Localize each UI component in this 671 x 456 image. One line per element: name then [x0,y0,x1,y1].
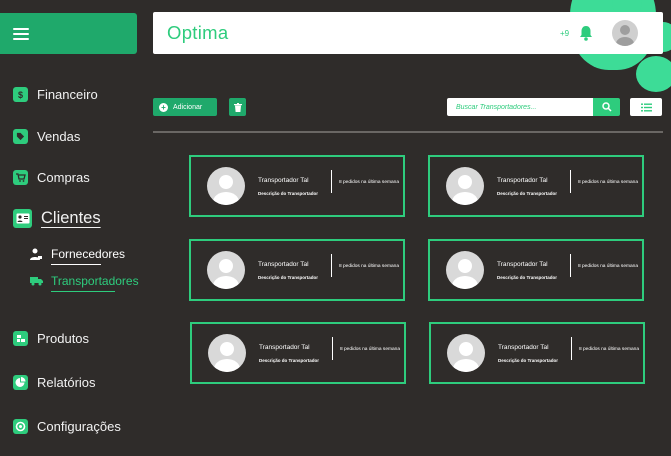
sidebar-item-clientes[interactable]: Clientes [13,209,101,228]
sidebar-item-label: Relatórios [37,375,96,390]
app-title: Optima [167,22,229,43]
avatar-placeholder-icon [207,167,245,205]
box-icon [13,331,28,346]
delete-button[interactable] [229,98,246,116]
add-button-label: Adicionar [173,103,203,111]
transporter-card[interactable]: Transportador Tal Descrição do Transport… [428,239,644,301]
avatar-placeholder-icon [446,251,484,289]
search-icon [601,102,612,112]
plus-icon: + [159,102,168,112]
user-tie-icon [30,248,43,260]
sidebar-item-relatorios[interactable]: Relatórios [13,375,96,390]
sidebar-subitem-transportadores[interactable]: Transportadores [30,274,139,292]
transporter-name: Transportador Tal [258,177,309,184]
cart-icon [13,170,28,185]
orders-info: 8 pedidos na última semana [340,347,400,352]
transporter-name: Transportador Tal [258,261,309,268]
list-view-button[interactable] [630,98,662,116]
sidebar-item-configuracoes[interactable]: Configurações [13,419,121,434]
orders-info: 8 pedidos na última semana [578,180,638,185]
transporter-description: Descrição do Transportador [498,358,559,363]
sidebar-item-produtos[interactable]: Produtos [13,331,89,346]
notification-count: +9 [560,29,570,38]
id-card-icon [13,209,32,228]
sidebar-item-label: Produtos [37,331,90,346]
sidebar-item-vendas[interactable]: Vendas [13,129,80,144]
transporter-card[interactable]: Transportador Tal Descrição do Transport… [189,155,405,217]
sidebar-item-label: Vendas [37,129,81,144]
sidebar-item-financeiro[interactable]: $ Financeiro [13,87,98,102]
transporter-card[interactable]: Transportador Tal Descrição do Transport… [429,322,645,384]
decorative-blob [636,56,671,92]
orders-info: 8 pedidos na última semana [578,264,638,269]
search-button[interactable] [593,98,620,116]
divider [570,170,571,193]
transporter-card[interactable]: Transportador Tal Descrição do Transport… [189,239,405,301]
transporter-name: Transportador Tal [259,344,310,351]
transporter-name: Transportador Tal [498,344,549,351]
search-input[interactable] [447,98,593,116]
transporter-description: Descrição do Transportador [258,191,319,196]
divider [331,254,332,277]
divider [153,131,663,133]
dollar-icon: $ [13,87,28,102]
gear-icon [13,419,28,434]
sidebar-subitem-fornecedores[interactable]: Fornecedores [30,247,126,265]
orders-info: 8 pedidos na última semana [339,264,399,269]
transporter-description: Descrição do Transportador [258,275,319,280]
chart-icon [13,375,28,390]
truck-icon [30,275,43,287]
orders-info: 8 pedidos na última semana [579,347,639,352]
sidebar-item-label: Configurações [37,419,121,434]
underline [51,264,101,265]
sidebar-item-compras[interactable]: Compras [13,170,90,185]
transporter-description: Descrição do Transportador [497,275,558,280]
hamburger-icon [13,25,29,43]
transporter-name: Transportador Tal [497,177,548,184]
underline [51,291,115,292]
divider [571,337,572,360]
tag-icon [13,129,28,144]
transporter-name: Transportador Tal [497,261,548,268]
top-header: Optima +9 [153,12,663,54]
user-avatar[interactable] [612,20,638,46]
sidebar-item-label: Clientes [41,209,101,227]
orders-info: 8 pedidos na última semana [339,180,399,185]
divider [570,254,571,277]
bell-icon[interactable] [579,25,593,41]
menu-toggle-button[interactable] [0,13,137,54]
avatar-placeholder-icon [207,251,245,289]
transporter-description: Descrição do Transportador [259,358,320,363]
sidebar-item-label: Compras [37,170,90,185]
transporter-card[interactable]: Transportador Tal Descrição do Transport… [190,322,406,384]
trash-icon [233,102,242,112]
list-icon [640,103,652,111]
add-button[interactable]: + Adicionar [153,98,217,116]
avatar-placeholder-icon [446,167,484,205]
transporter-description: Descrição do Transportador [497,191,558,196]
avatar-placeholder-icon [447,334,485,372]
divider [332,337,333,360]
divider [331,170,332,193]
sidebar-subitem-label: Fornecedores [51,247,126,261]
transporter-card[interactable]: Transportador Tal Descrição do Transport… [428,155,644,217]
avatar-placeholder-icon [208,334,246,372]
sidebar-item-label: Financeiro [37,87,98,102]
sidebar-subitem-label: Transportadores [51,274,139,288]
